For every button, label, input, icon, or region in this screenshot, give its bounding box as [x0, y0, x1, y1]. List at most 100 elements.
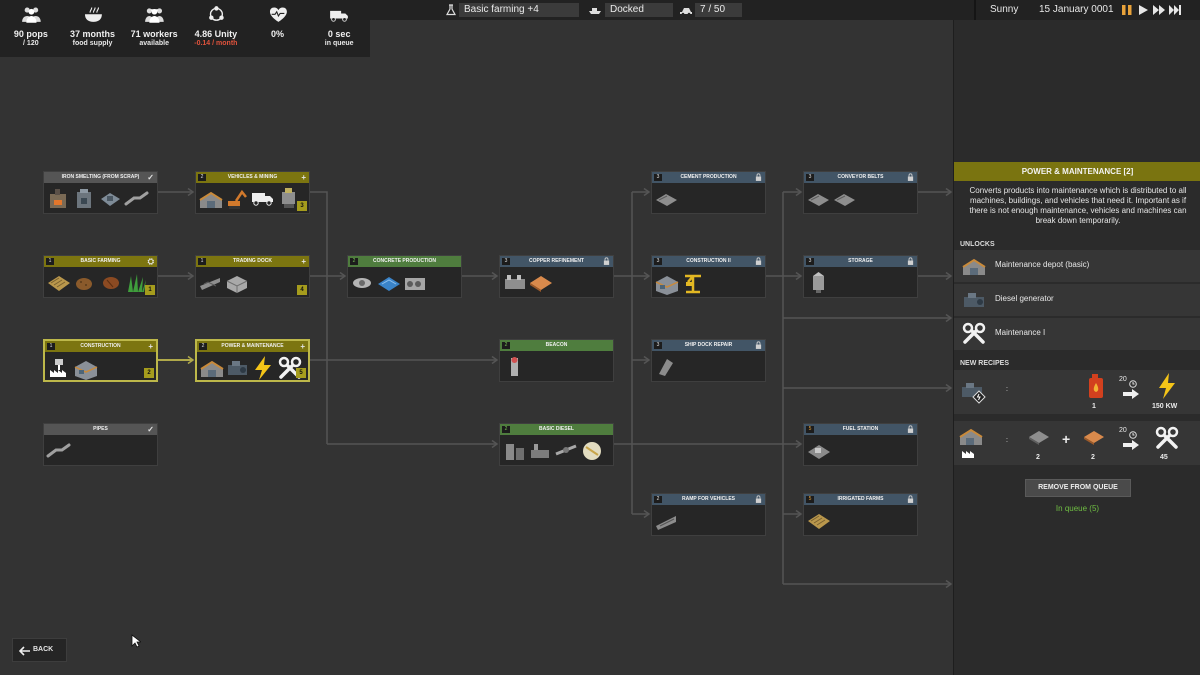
node-title: PIPES — [44, 424, 157, 435]
construction-hand-icon — [47, 355, 72, 381]
fuel-can-icon — [1087, 373, 1105, 399]
stats-panel: 90 pops/ 120 37 months food supply 71 worke… — [0, 0, 370, 57]
mixer-icon — [350, 270, 375, 296]
plus-icon: + — [301, 257, 306, 266]
stat-sub: available — [139, 40, 169, 47]
node-tier: 3 — [654, 258, 662, 265]
connector-line — [310, 191, 328, 444]
stat-unity[interactable]: 4.86 Unity -0.14 / month — [185, 0, 247, 57]
weather: Sunny — [990, 4, 1019, 15]
research-node-construction[interactable]: CONSTRUCTION 1 +2 — [43, 339, 158, 382]
fastest-icon[interactable] — [1169, 3, 1183, 17]
pause-icon[interactable] — [1120, 3, 1134, 17]
unlock-item[interactable]: Maintenance I — [954, 318, 1200, 350]
node-title: TRADING DOCK — [196, 256, 309, 267]
node-count: 3 — [297, 201, 307, 211]
fast-forward-icon[interactable] — [1152, 3, 1166, 17]
node-title: BASIC DIESEL — [500, 424, 613, 435]
node-count: 2 — [144, 368, 154, 378]
recipe-time: 20 — [1119, 427, 1127, 434]
conveyor-icon — [832, 186, 857, 212]
back-button[interactable]: BACK — [12, 638, 67, 662]
unlock-label: Maintenance I — [995, 328, 1046, 337]
node-title: RAMP FOR VEHICLES — [652, 494, 765, 505]
stat-food[interactable]: 37 months food supply — [62, 0, 124, 57]
node-tier: 2 — [502, 342, 510, 349]
silo-icon — [806, 270, 831, 296]
truck-icon — [250, 186, 275, 212]
research-node-iron-smelting[interactable]: IRON SMELTING (FROM SCRAP) ✓ — [43, 171, 158, 214]
flask-icon — [444, 3, 458, 17]
research-node-concrete-production[interactable]: CONCRETE PRODUCTION 2 — [347, 255, 462, 298]
recipe-output-qty: 45 — [1160, 454, 1168, 461]
node-count: 1 — [145, 285, 155, 295]
tank-icon — [580, 438, 605, 464]
research-node-conveyor-belts[interactable]: CONVEYOR BELTS 3 — [803, 171, 918, 214]
unlock-item[interactable]: Maintenance depot (basic) — [954, 250, 1200, 282]
research-node-fuel-station[interactable]: FUEL STATION 5 — [803, 423, 918, 466]
node-title: FUEL STATION — [804, 424, 917, 435]
stat-workers[interactable]: 71 workers available — [123, 0, 185, 57]
research-node-basic-diesel[interactable]: BASIC DIESEL 2 — [499, 423, 614, 466]
refinery-icon — [502, 270, 527, 296]
stat-health[interactable]: 0% — [247, 0, 309, 57]
research-node-beacon[interactable]: BEACON 2 — [499, 339, 614, 382]
node-tier: 5 — [806, 426, 814, 433]
play-icon[interactable] — [1136, 3, 1150, 17]
concrete-slab-icon — [376, 270, 401, 296]
stat-pops[interactable]: 90 pops/ 120 — [0, 0, 62, 57]
stat-sub: food supply — [72, 40, 113, 47]
lightning-icon — [1156, 372, 1178, 400]
research-node-power-maintenance[interactable]: POWER & MAINTENANCE 2 +5 — [195, 339, 310, 382]
research-node-pipes[interactable]: PIPES ✓ — [43, 423, 158, 466]
heart-icon — [265, 5, 291, 27]
clock-icon — [1129, 426, 1137, 439]
research-node-irrigated-farms[interactable]: IRRIGATED FARMS 5 — [803, 493, 918, 536]
copper-plate-icon — [1082, 427, 1106, 445]
check-icon: ✓ — [147, 173, 154, 182]
node-tier: 3 — [806, 174, 814, 181]
machine-icon — [98, 186, 123, 212]
remove-from-queue-button[interactable]: REMOVE FROM QUEUE — [1025, 479, 1131, 497]
research-node-construction-ii[interactable]: CONSTRUCTION II 3 — [651, 255, 766, 298]
stat-value: 4.86 Unity — [194, 29, 238, 39]
research-node-storage[interactable]: STORAGE 3 — [803, 255, 918, 298]
unlock-item[interactable]: Diesel generator — [954, 284, 1200, 316]
research-node-ship-dock-repair[interactable]: SHIP DOCK REPAIR 3 — [651, 339, 766, 382]
lock-icon — [907, 425, 914, 435]
farm-field-icon — [806, 508, 831, 534]
lock-icon — [603, 257, 610, 267]
ship-status[interactable]: Docked — [605, 3, 673, 17]
current-research[interactable]: Basic farming +4 — [459, 3, 579, 17]
pipeline-icon — [554, 438, 579, 464]
vehicle-count[interactable]: 7 / 50 — [695, 3, 742, 17]
node-title: POWER & MAINTENANCE — [197, 341, 308, 352]
node-title: CONVEYOR BELTS — [804, 172, 917, 183]
date: 15 January 0001 — [1039, 4, 1114, 15]
stat-queue[interactable]: 0 sec in queue — [308, 0, 370, 57]
pipe-icon — [46, 438, 71, 464]
research-node-basic-farming[interactable]: BASIC FARMING 1 ⛭ 1 — [43, 255, 158, 298]
depot-icon — [958, 424, 986, 460]
research-node-copper-refinement[interactable]: COPPER REFINEMENT 3 — [499, 255, 614, 298]
node-title: IRON SMELTING (FROM SCRAP) — [44, 172, 157, 183]
dock-icon — [198, 270, 223, 296]
unlocks-heading: UNLOCKS — [960, 241, 995, 248]
truck-icon — [326, 5, 352, 27]
lock-icon — [755, 173, 762, 183]
research-node-vehicles-mining[interactable]: VEHICLES & MINING 2 +3 — [195, 171, 310, 214]
bowl-icon — [80, 5, 106, 27]
iron-plate-icon — [1027, 427, 1051, 445]
research-node-ramp-for-vehicles[interactable]: RAMP FOR VEHICLES 2 — [651, 493, 766, 536]
container-icon — [224, 270, 249, 296]
node-title: BEACON — [500, 340, 613, 351]
stat-value: 71 workers — [130, 29, 178, 39]
recipe-row: : 2 + 2 20 45 — [954, 421, 1200, 465]
node-title: STORAGE — [804, 256, 917, 267]
wheat-icon — [98, 270, 123, 296]
research-node-cement-production[interactable]: CEMENT PRODUCTION 3 — [651, 171, 766, 214]
lock-icon — [755, 257, 762, 267]
node-count: 4 — [297, 285, 307, 295]
node-title: BASIC FARMING — [44, 256, 157, 267]
research-node-trading-dock[interactable]: TRADING DOCK 1 +4 — [195, 255, 310, 298]
